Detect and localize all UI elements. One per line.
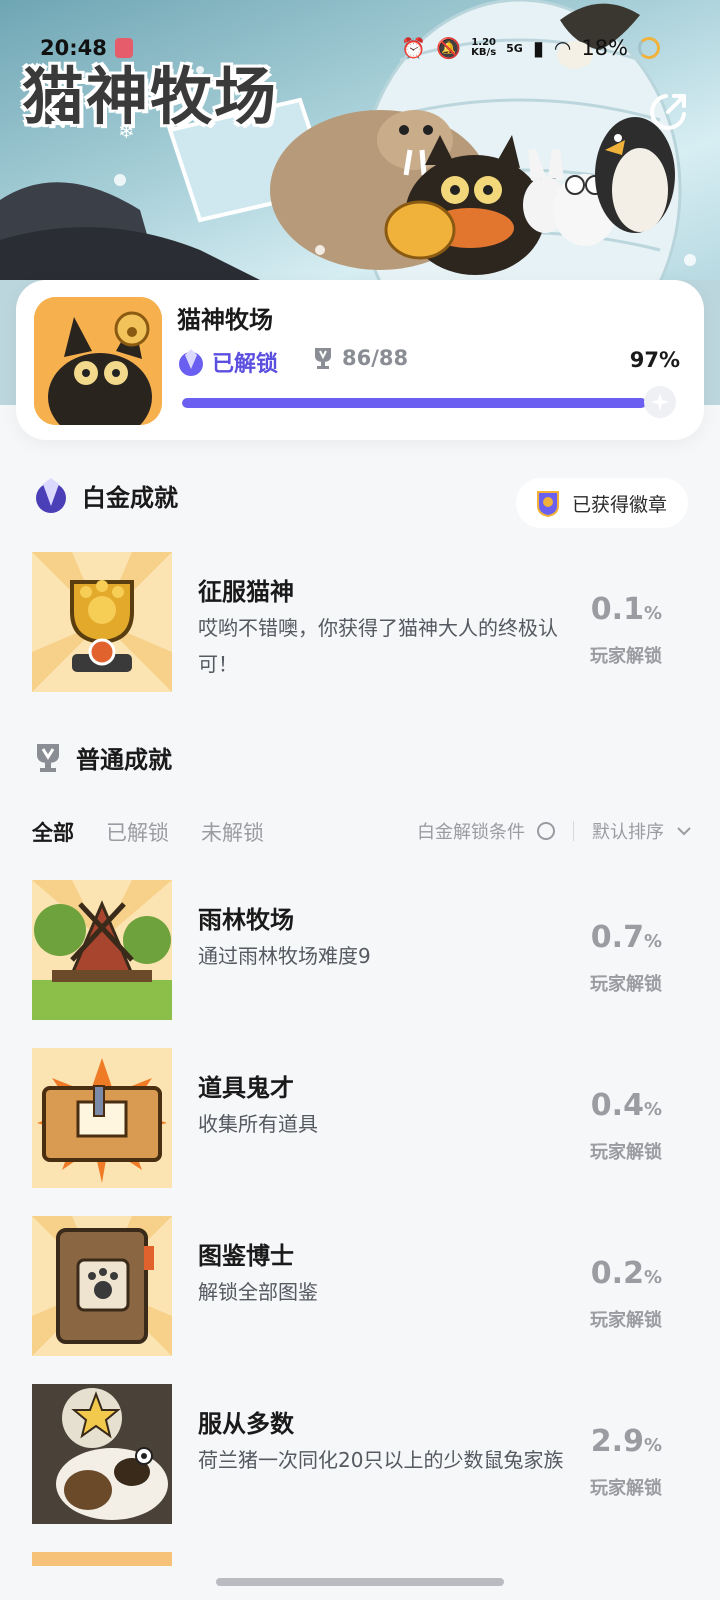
achievement-item[interactable]: 雨林牧场 通过雨林牧场难度9 0.7% 玩家解锁 (32, 880, 692, 1020)
rate-unit: % (643, 1267, 662, 1288)
rate-value: 0.4 (590, 1088, 644, 1123)
achievement-item-platinum[interactable]: 征服猫神 哎哟不错噢，你获得了猫神大人的终极认可！ 0.1% 玩家解锁 (32, 552, 692, 692)
achievement-title: 图鉴博士 (198, 1242, 294, 1270)
achievement-item[interactable]: 图鉴博士 解锁全部图鉴 0.2% 玩家解锁 (32, 1216, 692, 1356)
achievement-desc: 哎哟不错噢，你获得了猫神大人的终极认可！ (198, 616, 558, 676)
tool-box-icon (32, 1048, 172, 1188)
trophy-icon (37, 743, 59, 772)
home-indicator[interactable] (216, 1578, 504, 1586)
rate-value: 0.1 (590, 592, 644, 627)
mute-icon: 🔕 (436, 36, 462, 60)
achievement-thumb (32, 1048, 172, 1188)
achievement-thumb (32, 1216, 172, 1356)
divider (573, 821, 574, 841)
tab-unlocked[interactable]: 已解锁 (106, 817, 169, 847)
platinum-section-header: 白金成就 (32, 476, 178, 514)
trophy-icon (315, 348, 331, 369)
rate-label: 玩家解锁 (590, 1478, 662, 1499)
achievement-desc: 通过雨林牧场难度9 (198, 944, 371, 968)
chevron-left-icon (45, 92, 65, 128)
rate-value: 2.9 (590, 1424, 644, 1459)
achievement-item[interactable]: 服从多数 荷兰猪一次同化20只以上的少数鼠兔家族 2.9% 玩家解锁 (32, 1384, 692, 1524)
rate-value: 0.2 (590, 1256, 644, 1291)
progress-bar (182, 398, 660, 408)
tab-locked[interactable]: 未解锁 (201, 817, 264, 847)
book-icon (32, 1216, 172, 1356)
net-speed: 1.20 KB/s (471, 38, 496, 58)
alarm-icon: ⏰ (401, 36, 427, 60)
achievement-desc: 荷兰猪一次同化20只以上的少数鼠兔家族 (198, 1448, 564, 1472)
paw-trophy-icon (32, 552, 172, 692)
rate-value: 0.7 (590, 920, 644, 955)
filter-row: 全部 已解锁 未解锁 白金解锁条件 默认排序 (32, 812, 692, 852)
status-left: 20:48 (40, 36, 133, 60)
unlock-status: 已解锁 (176, 346, 278, 378)
achievement-desc: 解锁全部图鉴 (198, 1280, 318, 1304)
status-right: ⏰ 🔕 1.20 KB/s 5G ▮ ◠ 18% (401, 36, 660, 60)
rate-unit: % (643, 931, 662, 952)
achievement-title: 道具鬼才 (198, 1074, 294, 1102)
next-achievement-thumb-partial (32, 1552, 172, 1566)
trophy-count: 86/88 (312, 346, 408, 370)
status-time: 20:48 (40, 36, 107, 60)
unlock-status-label: 已解锁 (212, 352, 279, 377)
rate-label: 玩家解锁 (590, 1142, 662, 1163)
tab-all[interactable]: 全部 (32, 817, 74, 847)
platinum-trophy-icon (179, 349, 203, 376)
badge-icon (537, 491, 559, 517)
game-title: 猫神牧场 (177, 306, 273, 334)
rate-label: 玩家解锁 (590, 974, 662, 995)
earned-badge-button[interactable]: 已获得徽章 (516, 478, 688, 528)
rate-unit: % (643, 1435, 662, 1456)
platinum-trophy-icon (36, 478, 66, 513)
achievement-rate: 0.7% (591, 920, 662, 955)
achievement-rate: 2.9% (591, 1424, 662, 1459)
achievement-thumb (32, 1384, 172, 1524)
signal-bars-icon: ▮ (532, 36, 544, 60)
rate-unit: % (643, 1099, 662, 1120)
earned-badge-label: 已获得徽章 (572, 493, 668, 516)
filter-controls: 白金解锁条件 默认排序 (417, 818, 692, 844)
achievement-item[interactable]: 道具鬼才 收集所有道具 0.4% 玩家解锁 (32, 1048, 692, 1188)
back-button[interactable] (34, 88, 74, 132)
platinum-condition-toggle-label[interactable]: 白金解锁条件 (417, 818, 525, 844)
sort-dropdown[interactable]: 默认排序 (592, 818, 664, 844)
achievement-title: 雨林牧场 (198, 906, 294, 934)
rate-label: 玩家解锁 (590, 1310, 662, 1331)
achievement-thumb (32, 552, 172, 692)
battery-level: 18% (581, 36, 628, 60)
platinum-heading: 白金成就 (82, 483, 178, 512)
achievement-title: 征服猫神 (198, 578, 294, 606)
trophy-count-value: 86/88 (342, 346, 409, 370)
signal-label: 5G (506, 41, 523, 55)
wifi-icon: ◠ (553, 36, 572, 60)
status-bar: 20:48 ⏰ 🔕 1.20 KB/s 5G ▮ ◠ 18% (0, 30, 720, 66)
achievement-thumb (32, 880, 172, 1020)
achievement-rate: 0.2% (591, 1256, 662, 1291)
progress-platinum-icon (644, 386, 676, 418)
radio-circle-icon[interactable] (537, 822, 555, 840)
share-icon[interactable] (646, 90, 690, 134)
rate-unit: % (643, 603, 662, 624)
game-icon-art (34, 297, 162, 425)
progress-fill (182, 398, 646, 408)
guinea-pig-icon (32, 1384, 172, 1524)
net-speed-unit: KB/s (471, 47, 497, 58)
completion-percent: 97% (629, 348, 680, 372)
game-summary-card: 猫神牧场 已解锁 86/88 97% (16, 280, 704, 440)
normal-heading: 普通成就 (76, 746, 172, 774)
achievement-title: 服从多数 (198, 1410, 294, 1438)
achievement-desc: 收集所有道具 (198, 1112, 318, 1136)
battery-ring-icon (638, 37, 660, 59)
rainforest-ranch-icon (32, 880, 172, 1020)
app-notification-icon (114, 38, 133, 58)
game-icon[interactable] (34, 297, 162, 425)
chevron-down-icon[interactable] (676, 826, 692, 836)
achievement-rate: 0.1% (591, 592, 662, 627)
sparkle-icon (651, 393, 669, 411)
rate-label: 玩家解锁 (590, 646, 662, 667)
achievement-rate: 0.4% (591, 1088, 662, 1123)
normal-section-header: 普通成就 (32, 740, 172, 775)
